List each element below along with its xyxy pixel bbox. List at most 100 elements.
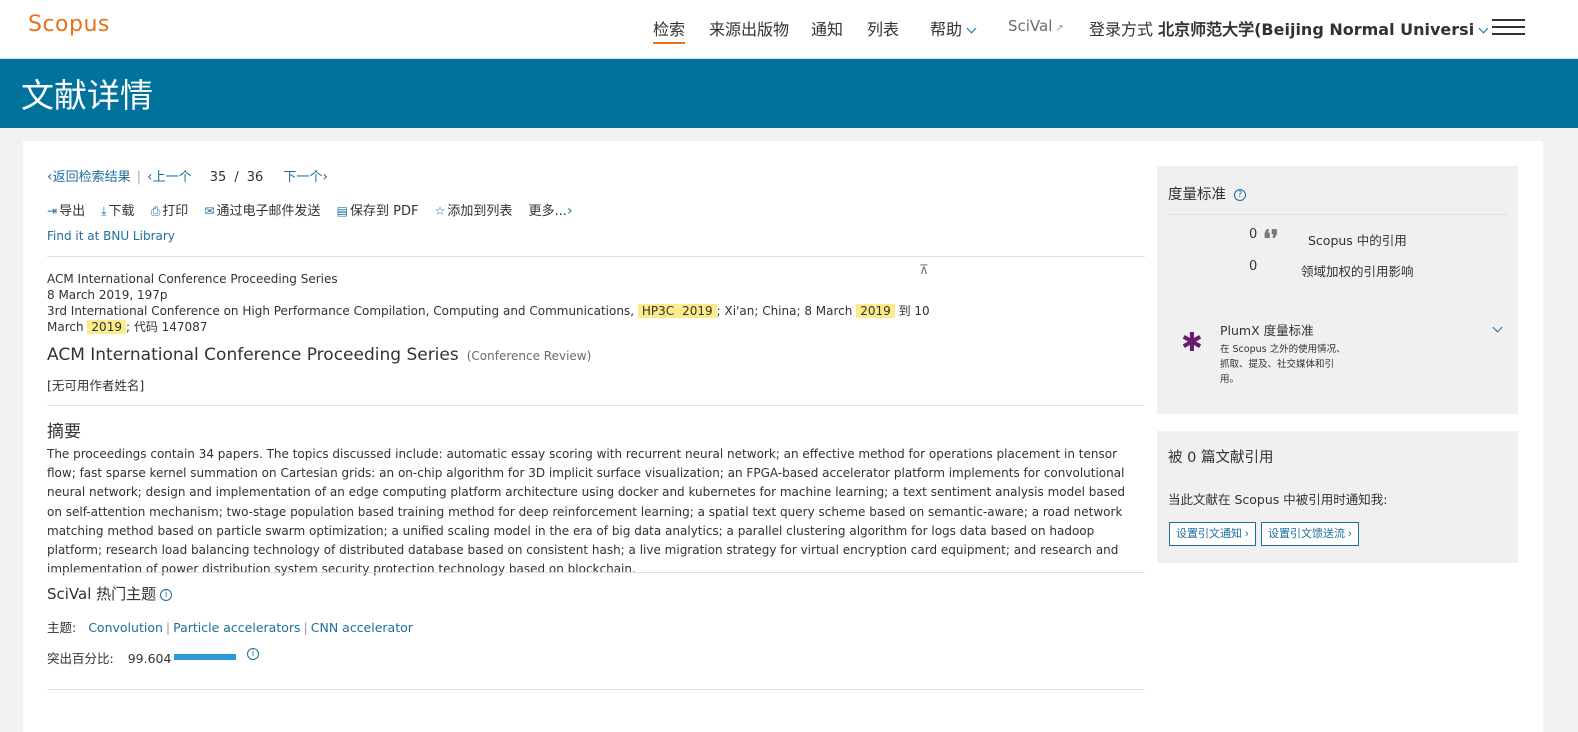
info-icon[interactable]: i <box>160 588 173 601</box>
back-label: 返回检索结果 <box>52 170 131 185</box>
hamburger-menu-icon[interactable] <box>1492 19 1525 37</box>
prominence-bar-fill <box>174 654 236 660</box>
pager-slash: / <box>234 170 239 185</box>
email-icon: ✉ <box>204 204 215 218</box>
divider <box>47 572 1145 573</box>
document-toolbar: ⇥ 导出 ⤓ 下载 ⎙ 打印 ✉ 通过电子邮件发送 ▤ 保存到 PDF ☆ 添加到列表 更多… <box>47 200 585 219</box>
previous-link[interactable]: ‹上一个 <box>147 169 192 185</box>
printer-icon: ⎙ <box>150 204 161 218</box>
chevron-down-icon <box>966 23 977 34</box>
cited-by-heading: 被 0 篇文献引用 <box>1168 450 1274 466</box>
topic-link[interactable]: Particle accelerators <box>173 620 300 635</box>
export-icon: ⇥ <box>47 204 58 218</box>
prominence-label: 突出百分比: <box>47 651 114 666</box>
divider <box>47 256 1145 257</box>
download-button[interactable]: ⤓ 下载 <box>101 204 134 219</box>
print-label: 打印 <box>162 204 189 219</box>
authors: [无可用作者姓名] <box>47 378 145 393</box>
institution-login[interactable]: 登录方式 北京师范大学(Beijing Normal Universi <box>1089 16 1489 40</box>
email-label: 通过电子邮件发送 <box>216 204 321 219</box>
save-pdf-label: 保存到 PDF <box>350 204 419 219</box>
add-to-list-button[interactable]: ☆ 添加到列表 <box>435 204 513 219</box>
abstract-text: The proceedings contain 34 papers. The t… <box>47 447 1125 577</box>
back-to-results-link[interactable]: ‹返回检索结果 <box>47 169 131 185</box>
export-label: 导出 <box>59 204 86 219</box>
external-link-icon: ↗ <box>1055 23 1064 34</box>
set-citation-alert-button[interactable]: 设置引文通知 › <box>1169 522 1256 546</box>
login-label: 登录方式 <box>1089 20 1154 39</box>
cited-by-note: 当此文献在 Scopus 中被引用时通知我: <box>1168 492 1388 507</box>
highlight: 2019 <box>856 304 895 318</box>
nav-scival-label: SciVal <box>1008 17 1053 35</box>
scopus-logo[interactable]: Scopus <box>28 12 110 37</box>
topic-link[interactable]: CNN accelerator <box>311 620 413 635</box>
source-info: ACM International Conference Proceeding … <box>47 271 947 335</box>
previous-label: 上一个 <box>152 170 192 185</box>
add-list-label: 添加到列表 <box>447 204 513 219</box>
nav-help-label: 帮助 <box>930 20 963 39</box>
nav-alerts[interactable]: 通知 <box>811 16 843 40</box>
scival-heading-label: SciVal 热门主题 <box>47 585 157 603</box>
topics-row: 主题: Convolution | Particle accelerators | CN… <box>47 620 413 635</box>
prominence-value: 99.604 <box>127 651 172 666</box>
more-button[interactable]: 更多...› <box>528 203 573 219</box>
topics-label: 主题: <box>47 620 77 635</box>
download-label: 下载 <box>108 204 135 219</box>
nav-search[interactable]: 检索 <box>653 16 686 44</box>
page-title: 文献详情 <box>21 76 153 115</box>
set-citation-feed-button[interactable]: 设置引文馈送流 › <box>1261 522 1359 546</box>
source-series: ACM International Conference Proceeding … <box>47 272 338 286</box>
print-button[interactable]: ⎙ 打印 <box>151 204 189 219</box>
divider <box>47 405 1145 406</box>
highlight: 2019 <box>87 320 126 334</box>
chevron-down-icon <box>1478 23 1489 34</box>
current-index: 35 <box>209 170 227 185</box>
conference-info: 3rd International Conference on High Per… <box>47 304 930 334</box>
nav-lists[interactable]: 列表 <box>867 16 899 40</box>
result-pager: ‹返回检索结果 | ‹上一个 35/36 下一个› <box>47 169 329 185</box>
top-navigation: Scopus 检索 来源出版物 通知 列表 帮助 SciVal ↗ 登录方式 北京… <box>0 0 1578 59</box>
quote-icon: ❛❜ <box>1263 224 1279 253</box>
nav-scival[interactable]: SciVal ↗ <box>1008 17 1064 35</box>
nav-sources[interactable]: 来源出版物 <box>709 16 789 40</box>
citation-feed-label: 设置引文馈送流 <box>1268 528 1345 540</box>
scival-topics-heading: SciVal 热门主题 i <box>47 583 173 604</box>
fwci-label: 领域加权的引用影响 <box>1301 264 1414 279</box>
plumx-icon: ✱ <box>1181 328 1203 358</box>
citation-count[interactable]: 0 <box>1249 227 1257 242</box>
citation-label: Scopus 中的引用 <box>1308 233 1407 248</box>
more-label: 更多... <box>528 204 567 219</box>
document-type: (Conference Review) <box>466 349 592 363</box>
chevron-down-icon[interactable] <box>1492 322 1503 333</box>
star-icon: ☆ <box>434 204 446 218</box>
source-date-pages: 8 March 2019, 197p <box>47 288 168 302</box>
divider <box>1168 214 1508 215</box>
document-title-row: ACM International Conference Proceeding … <box>47 345 591 365</box>
export-button[interactable]: ⇥ 导出 <box>47 204 85 219</box>
find-it-library-link[interactable]: Find it at BNU Library <box>47 229 175 243</box>
highlight: 2019 <box>678 304 717 318</box>
topic-link[interactable]: Convolution <box>88 620 163 635</box>
metrics-panel: 度量标准? 0 ❛❜ Scopus 中的引用 0 领域加权的引用影响 ✱ Plu… <box>1157 166 1518 414</box>
info-icon[interactable]: i <box>247 648 259 660</box>
chevron-right-icon: › <box>566 203 573 219</box>
plumx-title[interactable]: PlumX 度量标准 <box>1220 320 1314 339</box>
nav-help[interactable]: 帮助 <box>930 16 977 40</box>
save-pdf-button[interactable]: ▤ 保存到 PDF <box>337 204 419 219</box>
email-button[interactable]: ✉ 通过电子邮件发送 <box>204 204 320 219</box>
citation-alert-label: 设置引文通知 <box>1176 528 1242 540</box>
view-toggle-icon[interactable]: ⊼ <box>919 263 929 278</box>
plumx-description: 在 Scopus 之外的使用情况、抓取、提及、社交媒体和引用。 <box>1220 344 1346 385</box>
next-link[interactable]: 下一个› <box>283 169 329 185</box>
pdf-icon: ▤ <box>336 204 349 218</box>
abstract-heading: 摘要 <box>47 422 81 442</box>
cited-by-panel: 被 0 篇文献引用 当此文献在 Scopus 中被引用时通知我: 设置引文通知 … <box>1157 431 1518 563</box>
page-banner: 文献详情 <box>0 59 1578 128</box>
document-title: ACM International Conference Proceeding … <box>47 345 459 365</box>
help-icon[interactable]: ? <box>1234 189 1246 201</box>
metrics-heading: 度量标准? <box>1168 183 1246 204</box>
total-count: 36 <box>246 170 264 185</box>
divider <box>47 689 1145 690</box>
chevron-right-icon: › <box>322 169 329 185</box>
fwci-value: 0 <box>1249 259 1258 274</box>
